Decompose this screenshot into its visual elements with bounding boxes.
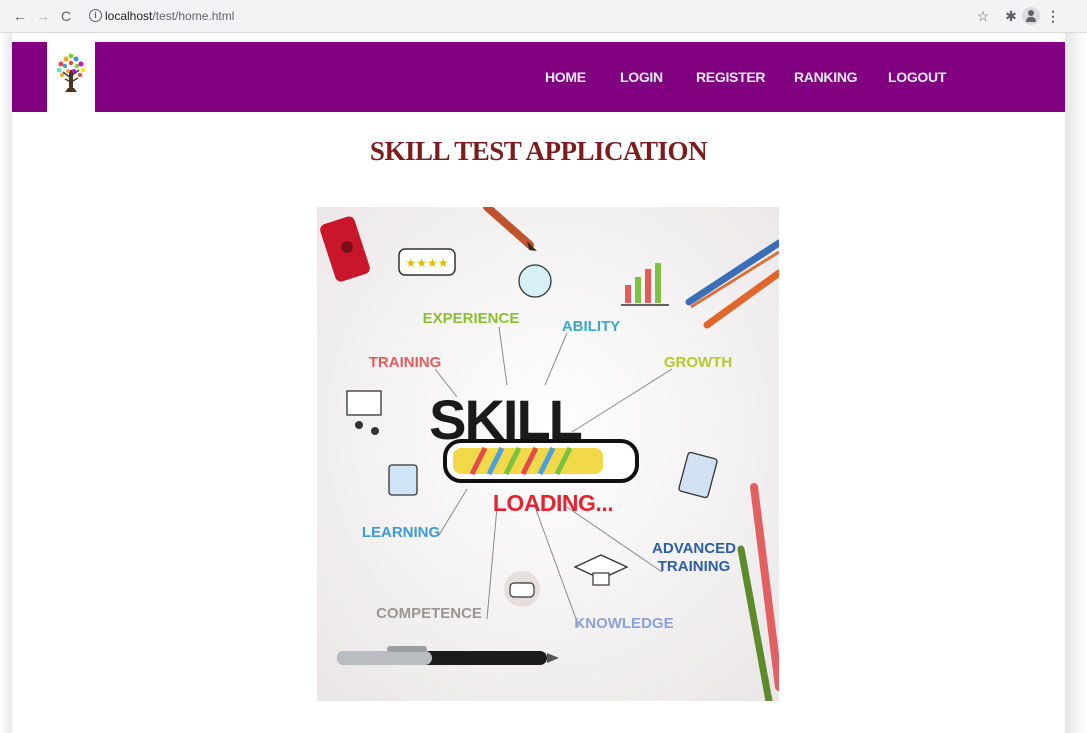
label-competence: COMPETENCE bbox=[376, 605, 482, 622]
rating-stars-icon: ★★★★ bbox=[398, 248, 456, 276]
profile-icon[interactable] bbox=[1022, 7, 1040, 25]
reload-icon[interactable]: C bbox=[58, 8, 74, 24]
loading-text: LOADING... bbox=[493, 490, 613, 516]
top-navbar: HOME LOGIN REGISTER RANKING LOGOUT bbox=[12, 42, 1065, 112]
nav-login-link[interactable]: LOGIN bbox=[620, 69, 663, 85]
nav-home-link[interactable]: HOME bbox=[545, 69, 586, 85]
extensions-puzzle-icon[interactable]: ✱ bbox=[1003, 8, 1019, 24]
label-ability: ABILITY bbox=[562, 318, 620, 335]
books-icon bbox=[388, 464, 418, 496]
nav-ranking-link[interactable]: RANKING bbox=[794, 69, 858, 85]
label-training: TRAINING bbox=[369, 354, 442, 371]
nav-links: HOME LOGIN REGISTER RANKING LOGOUT bbox=[12, 69, 1065, 89]
address-bar[interactable]: i localhost/test/home.html bbox=[84, 6, 964, 27]
bookmark-star-icon[interactable]: ☆ bbox=[975, 8, 991, 24]
window-shadow-left bbox=[0, 33, 12, 733]
skill-hero-image: ★★★★ SKILL LOADING... EXPERIENCE ABILITY… bbox=[317, 207, 779, 701]
label-advanced-line1: ADVANCED bbox=[652, 540, 736, 557]
browser-toolbar: ← → C i localhost/test/home.html ☆ ✱ ⋮ bbox=[0, 0, 1087, 33]
kebab-menu-icon[interactable]: ⋮ bbox=[1045, 8, 1061, 24]
back-arrow-icon[interactable]: ← bbox=[12, 8, 28, 24]
info-icon[interactable]: i bbox=[89, 9, 102, 22]
nav-logout-link[interactable]: LOGOUT bbox=[888, 69, 946, 85]
label-advanced-line2: TRAINING bbox=[658, 558, 731, 575]
svg-text:★★★★: ★★★★ bbox=[405, 256, 448, 270]
page-body: HOME LOGIN REGISTER RANKING LOGOUT SKILL… bbox=[12, 42, 1065, 733]
label-knowledge: KNOWLEDGE bbox=[574, 615, 673, 632]
thumbs-up-icon bbox=[504, 571, 540, 607]
head-idea-icon bbox=[518, 264, 552, 298]
window-shadow-right bbox=[1065, 33, 1087, 733]
page-title: SKILL TEST APPLICATION bbox=[369, 136, 708, 166]
loading-bar bbox=[443, 439, 639, 483]
label-learning: LEARNING bbox=[362, 524, 440, 541]
url-text[interactable]: localhost/test/home.html bbox=[105, 9, 234, 23]
forward-arrow-icon[interactable]: → bbox=[35, 8, 51, 24]
nav-register-link[interactable]: REGISTER bbox=[696, 69, 765, 85]
label-growth: GROWTH bbox=[664, 354, 732, 371]
label-experience: EXPERIENCE bbox=[423, 310, 520, 327]
